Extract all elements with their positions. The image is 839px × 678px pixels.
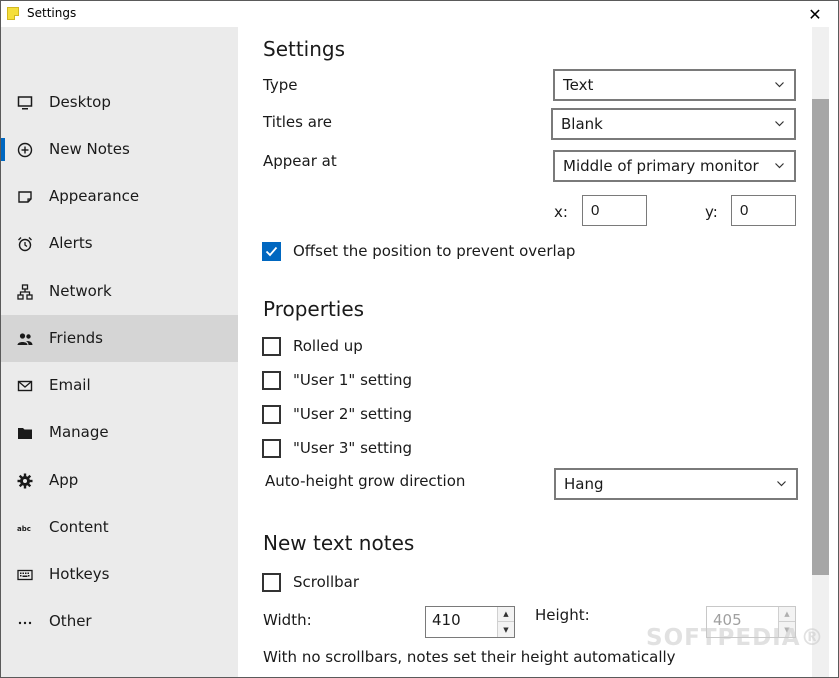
sidebar-item-desktop[interactable]: Desktop xyxy=(1,79,238,126)
appear-at-dropdown[interactable]: Middle of primary monitor xyxy=(553,150,796,182)
sidebar-item-label: Hotkeys xyxy=(49,565,110,583)
new-text-notes-heading: New text notes xyxy=(263,531,415,555)
window-title: Settings xyxy=(27,6,77,20)
rolled-up-checkbox[interactable] xyxy=(262,337,281,356)
sidebar-item-label: Other xyxy=(49,612,92,630)
scrollbar-checkbox[interactable] xyxy=(262,573,281,592)
sidebar-item-label: Desktop xyxy=(49,93,111,111)
settings-content: Settings Type Text Titles are Blank Appe… xyxy=(238,27,812,677)
sidebar-item-other[interactable]: Other xyxy=(1,598,238,645)
checkmark-icon xyxy=(265,246,278,257)
properties-heading: Properties xyxy=(263,297,365,321)
x-label: x: xyxy=(554,203,568,221)
monitor-icon xyxy=(17,95,33,111)
sidebar-item-label: New Notes xyxy=(49,140,130,158)
sidebar-item-label: Appearance xyxy=(49,187,140,205)
sidebar: Desktop New Notes Appearance Alerts Netw… xyxy=(1,27,238,677)
type-label: Type xyxy=(263,76,298,94)
sidebar-item-hotkeys[interactable]: Hotkeys xyxy=(1,551,238,598)
y-label: y: xyxy=(705,203,718,221)
sidebar-item-alerts[interactable]: Alerts xyxy=(1,220,238,267)
chevron-down-icon xyxy=(775,121,784,127)
folder-icon xyxy=(17,425,33,441)
sidebar-item-label: App xyxy=(49,471,79,489)
user1-setting-checkbox[interactable] xyxy=(262,371,281,390)
settings-heading: Settings xyxy=(263,37,346,61)
x-position-input[interactable] xyxy=(582,195,647,226)
appear-at-dropdown-value: Middle of primary monitor xyxy=(563,157,759,175)
sidebar-item-content[interactable]: abc Content xyxy=(1,504,238,551)
sidebar-item-label: Manage xyxy=(49,423,109,441)
scrollbar-thumb[interactable] xyxy=(812,99,829,575)
sidebar-item-app[interactable]: App xyxy=(1,457,238,504)
user2-setting-checkbox[interactable] xyxy=(262,405,281,424)
width-decrement-button[interactable]: ▼ xyxy=(498,622,514,637)
height-label: Height: xyxy=(535,606,590,624)
keyboard-icon xyxy=(17,567,33,583)
height-increment-button: ▲ xyxy=(779,607,795,622)
sticky-note-app-icon xyxy=(7,7,19,20)
rolled-up-label: Rolled up xyxy=(293,337,363,355)
y-position-input[interactable] xyxy=(731,195,796,226)
ellipsis-icon xyxy=(17,614,33,630)
width-label: Width: xyxy=(263,611,312,629)
sidebar-item-label: Friends xyxy=(49,329,103,347)
chevron-down-icon xyxy=(775,82,784,88)
user2-setting-label: "User 2" setting xyxy=(293,405,413,423)
type-dropdown[interactable]: Text xyxy=(553,69,796,101)
chevron-down-icon xyxy=(775,163,784,169)
titles-dropdown[interactable]: Blank xyxy=(551,108,796,140)
plus-circle-icon xyxy=(17,142,33,158)
sidebar-item-new-notes[interactable]: New Notes xyxy=(1,126,238,173)
envelope-icon xyxy=(17,378,33,394)
close-button[interactable]: ✕ xyxy=(792,1,838,27)
width-spinner[interactable]: 410 ▲ ▼ xyxy=(425,606,515,638)
sidebar-item-label: Alerts xyxy=(49,234,93,252)
width-spinner-arrows: ▲ ▼ xyxy=(497,607,514,637)
appear-at-label: Appear at xyxy=(263,152,337,170)
chevron-down-icon xyxy=(777,481,786,487)
alarm-clock-icon xyxy=(17,236,33,252)
auto-height-dropdown-value: Hang xyxy=(564,475,604,493)
sidebar-item-email[interactable]: Email xyxy=(1,362,238,409)
offset-position-label: Offset the position to prevent overlap xyxy=(293,242,576,260)
auto-height-hint: With no scrollbars, notes set their heig… xyxy=(263,648,676,666)
note-icon xyxy=(17,189,33,205)
title-bar: Settings ✕ xyxy=(1,1,838,27)
type-dropdown-value: Text xyxy=(563,76,594,94)
vertical-scrollbar[interactable] xyxy=(812,27,829,677)
abc-icon: abc xyxy=(17,520,33,536)
titles-label: Titles are xyxy=(263,113,332,131)
gear-icon xyxy=(17,473,33,489)
sidebar-item-friends[interactable]: Friends xyxy=(1,315,238,362)
network-icon xyxy=(17,284,33,300)
user3-setting-label: "User 3" setting xyxy=(293,439,413,457)
titles-dropdown-value: Blank xyxy=(561,115,603,133)
sidebar-item-manage[interactable]: Manage xyxy=(1,409,238,456)
sidebar-item-appearance[interactable]: Appearance xyxy=(1,173,238,220)
people-icon xyxy=(17,331,33,347)
watermark: SOFTPEDIA® xyxy=(646,625,825,651)
settings-window: Settings ✕ Desktop New Notes Appearance xyxy=(0,0,839,678)
offset-position-checkbox[interactable] xyxy=(262,242,281,261)
width-value: 410 xyxy=(432,611,461,629)
auto-height-label: Auto-height grow direction xyxy=(265,472,466,490)
sidebar-item-label: Content xyxy=(49,518,109,536)
user1-setting-label: "User 1" setting xyxy=(293,371,413,389)
sidebar-item-label: Email xyxy=(49,376,91,394)
sidebar-item-network[interactable]: Network xyxy=(1,268,238,315)
svg-text:abc: abc xyxy=(17,525,31,533)
sidebar-item-label: Network xyxy=(49,282,112,300)
auto-height-dropdown[interactable]: Hang xyxy=(554,468,798,500)
selection-marker xyxy=(1,138,5,161)
user3-setting-checkbox[interactable] xyxy=(262,439,281,458)
scrollbar-label: Scrollbar xyxy=(293,573,359,591)
width-increment-button[interactable]: ▲ xyxy=(498,607,514,622)
